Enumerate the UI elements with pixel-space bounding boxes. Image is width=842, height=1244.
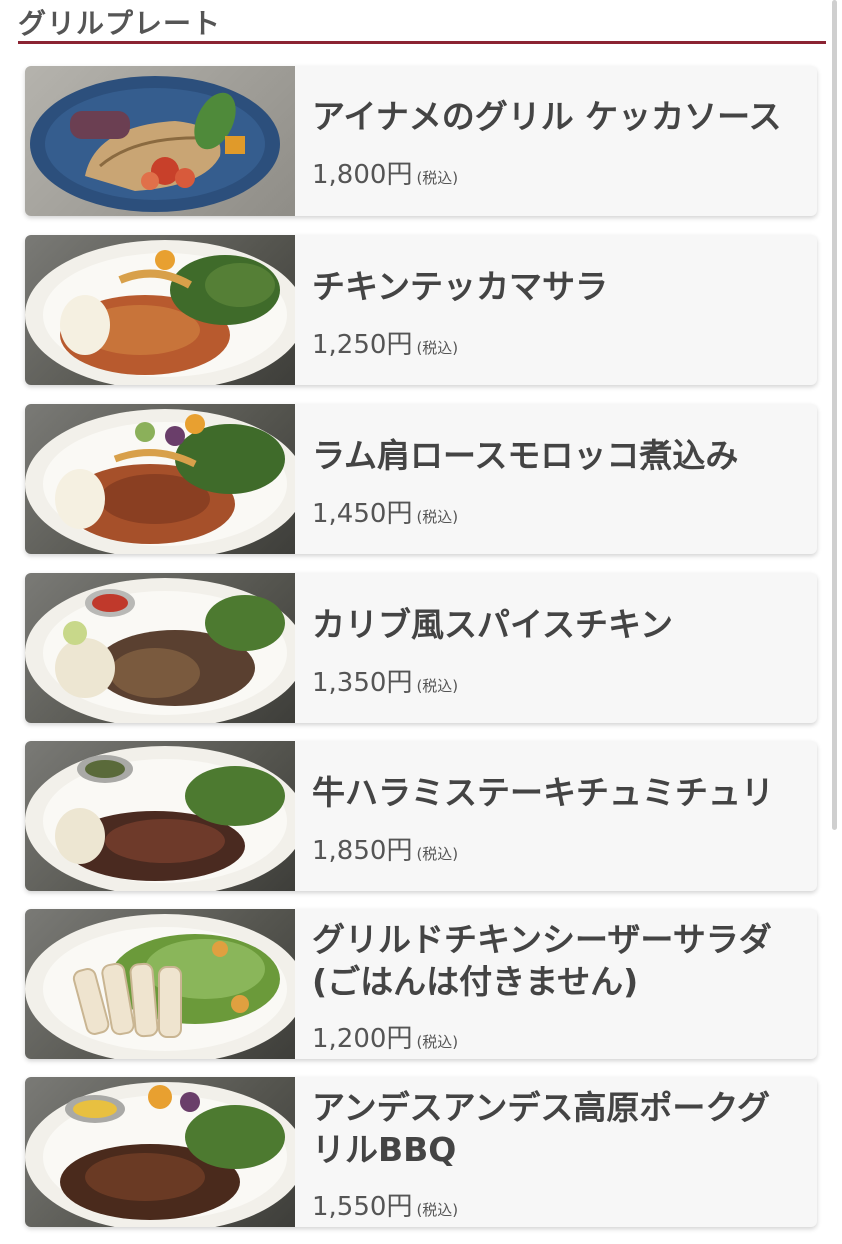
pork-bbq-icon	[25, 1082, 295, 1227]
item-name-line2: リルBBQ	[312, 1130, 457, 1169]
item-name: アンデスアンデス高原ポークグ	[312, 1088, 771, 1127]
food-photo	[25, 1077, 295, 1227]
caesar-salad-icon	[25, 914, 295, 1059]
price-row: 1,250円 (税込)	[312, 324, 458, 361]
scrollbar[interactable]	[832, 0, 837, 830]
item-name: カリブ風スパイスチキン	[312, 605, 674, 644]
skirt-steak-icon	[25, 746, 295, 891]
item-name: 牛ハラミステーキチュミチュリ	[312, 773, 774, 812]
menu-item-card[interactable]: 牛ハラミステーキチュミチュリ 1,850円 (税込)	[25, 741, 817, 891]
menu-item-card[interactable]: アイナメのグリル ケッカソース 1,800円 (税込)	[25, 66, 817, 216]
price-value: 1,800	[312, 160, 387, 190]
currency-label: 円	[386, 330, 413, 360]
currency-label: 円	[386, 1192, 413, 1222]
item-name: チキンテッカマサラ	[312, 267, 609, 306]
food-photo	[25, 741, 295, 891]
tax-label: (税込)	[416, 169, 459, 187]
food-photo	[25, 235, 295, 385]
lamb-stew-icon	[25, 409, 295, 554]
item-name: ラム肩ロースモロッコ煮込み	[312, 436, 739, 475]
currency-label: 円	[386, 1024, 413, 1054]
chicken-tikka-masala-icon	[25, 240, 295, 385]
price-row: 1,550円 (税込)	[312, 1186, 458, 1223]
price-row: 1,850円 (税込)	[312, 830, 458, 867]
price-row: 1,800円 (税込)	[312, 154, 458, 191]
menu-item-card[interactable]: チキンテッカマサラ 1,250円 (税込)	[25, 235, 817, 385]
tax-label: (税込)	[416, 677, 459, 695]
food-photo	[25, 66, 295, 216]
price-value: 1,550	[312, 1192, 387, 1222]
price-value: 1,850	[312, 836, 387, 866]
item-name-line2: (ごはんは付きません)	[312, 962, 639, 1001]
menu-item-card[interactable]: アンデスアンデス高原ポークグ リルBBQ 1,550円 (税込)	[25, 1077, 817, 1227]
food-photo	[25, 909, 295, 1059]
item-name: アイナメのグリル ケッカソース	[312, 97, 782, 136]
menu-item-card[interactable]: カリブ風スパイスチキン 1,350円 (税込)	[25, 573, 817, 723]
currency-label: 円	[386, 836, 413, 866]
price-value: 1,250	[312, 330, 387, 360]
tax-label: (税込)	[416, 1201, 459, 1219]
spiced-chicken-icon	[25, 578, 295, 723]
price-value: 1,200	[312, 1024, 387, 1054]
currency-label: 円	[386, 499, 413, 529]
menu-item-card[interactable]: ラム肩ロースモロッコ煮込み 1,450円 (税込)	[25, 404, 817, 554]
currency-label: 円	[386, 160, 413, 190]
food-photo	[25, 573, 295, 723]
item-name: グリルドチキンシーザーサラダ	[312, 920, 772, 959]
tax-label: (税込)	[416, 508, 459, 526]
tax-label: (税込)	[416, 1033, 459, 1051]
price-row: 1,450円 (税込)	[312, 493, 458, 530]
price-row: 1,200円 (税込)	[312, 1018, 458, 1055]
tax-label: (税込)	[416, 339, 459, 357]
menu-list: アイナメのグリル ケッカソース 1,800円 (税込) チキンテッカマサラ 1,…	[0, 0, 842, 1244]
grilled-fish-plate-icon	[30, 76, 280, 212]
currency-label: 円	[386, 668, 413, 698]
price-value: 1,350	[312, 668, 387, 698]
tax-label: (税込)	[416, 845, 459, 863]
price-value: 1,450	[312, 499, 387, 529]
price-row: 1,350円 (税込)	[312, 662, 458, 699]
food-photo	[25, 404, 295, 554]
menu-item-card[interactable]: グリルドチキンシーザーサラダ (ごはんは付きません) 1,200円 (税込)	[25, 909, 817, 1059]
